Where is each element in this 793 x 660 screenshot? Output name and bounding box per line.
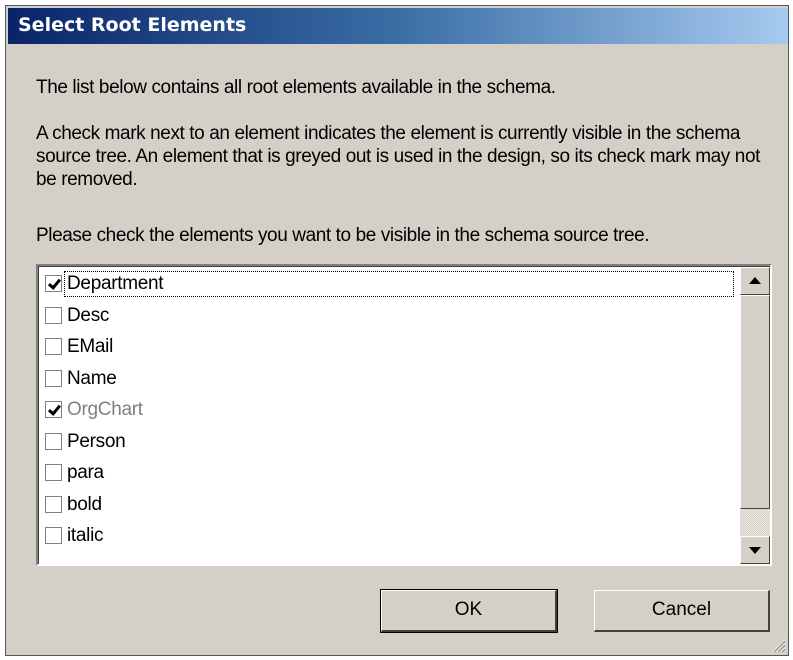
resize-grip-icon[interactable] (770, 637, 786, 653)
list-item[interactable]: para (43, 458, 733, 488)
list-item[interactable]: italic (43, 521, 733, 551)
checkbox[interactable] (45, 306, 62, 324)
ok-button[interactable]: OK (380, 589, 558, 633)
list-item-label: OrgChart (67, 399, 143, 420)
checkbox[interactable] (45, 432, 62, 450)
checkbox[interactable] (45, 369, 62, 387)
list-item[interactable]: Desc (43, 301, 733, 331)
list-item-label: para (67, 462, 104, 483)
list-item[interactable]: EMail (43, 332, 733, 362)
root-elements-list[interactable]: Department Desc EMail Name OrgChart Person par… (36, 264, 772, 566)
title-bar[interactable]: Select Root Elements (8, 8, 788, 44)
list-item-label: Name (67, 367, 117, 389)
list-item[interactable]: Department (43, 269, 734, 299)
scrollbar-track[interactable] (740, 509, 770, 537)
explanation-text: A check mark next to an element indicate… (36, 123, 760, 190)
list-item-label: bold (67, 493, 102, 515)
checkbox[interactable] (45, 527, 62, 544)
dialog-title: Select Root Elements (18, 14, 247, 36)
checkbox[interactable] (45, 464, 62, 481)
checkbox[interactable] (45, 495, 62, 513)
scroll-up-arrow-icon (749, 277, 761, 284)
scroll-down-button[interactable] (740, 536, 770, 564)
list-item-label: Department (64, 271, 734, 297)
select-root-elements-dialog: Select Root Elements The list below cont… (5, 5, 789, 656)
scrollbar-thumb[interactable] (740, 295, 770, 509)
list-item[interactable]: Person (43, 427, 733, 457)
scroll-up-button[interactable] (740, 267, 770, 295)
list-item[interactable]: bold (43, 490, 733, 520)
checkbox-checked (45, 401, 62, 418)
intro-text: The list below contains all root element… (36, 77, 556, 98)
list-item[interactable]: OrgChart (43, 395, 733, 425)
list-viewport: Department Desc EMail Name OrgChart Person par… (38, 266, 770, 564)
list-item-label: Desc (67, 304, 110, 326)
scroll-down-arrow-icon (749, 547, 761, 554)
list-item-label: italic (67, 525, 104, 546)
instruction-text: Please check the elements you want to be… (36, 225, 650, 246)
list-item[interactable]: Name (43, 364, 733, 394)
cancel-button[interactable]: Cancel (594, 590, 770, 632)
checkbox[interactable] (45, 338, 62, 355)
list-item-label: Person (67, 430, 126, 452)
vertical-scrollbar[interactable] (740, 267, 770, 564)
checkbox-checked[interactable] (45, 275, 62, 292)
list-item-label: EMail (67, 336, 114, 357)
